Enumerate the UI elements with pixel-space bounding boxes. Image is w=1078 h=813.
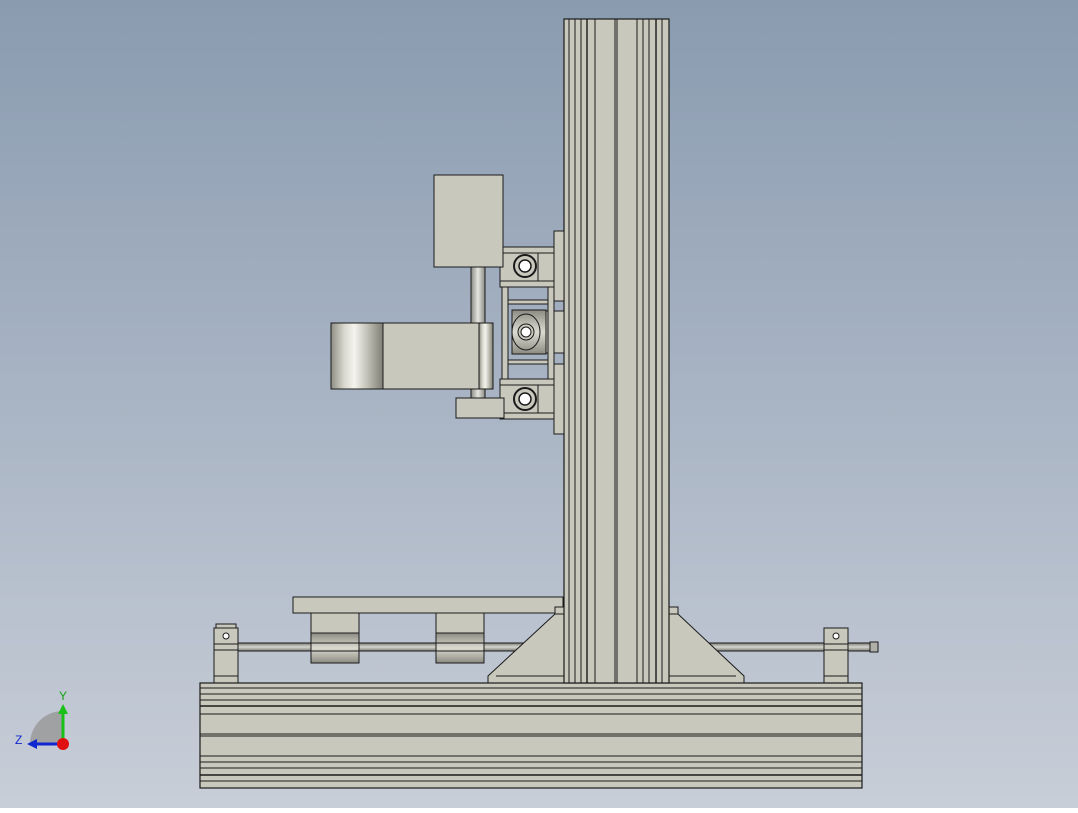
arm-base-plate[interactable] [455, 397, 505, 419]
x-axis-dot [57, 738, 69, 750]
pillow-block-upper[interactable] [499, 246, 555, 288]
model-view[interactable]: Y Z [0, 0, 1078, 808]
vertical-column[interactable] [563, 18, 670, 684]
shaft-support-left[interactable] [213, 623, 239, 684]
pillow-block-lower[interactable] [499, 378, 555, 420]
y-axis-label: Y [59, 689, 67, 703]
shaft-support-right[interactable] [823, 627, 849, 684]
motor-housing[interactable] [433, 174, 504, 268]
guide-wheel[interactable] [511, 309, 547, 355]
base-extrusion[interactable] [199, 682, 863, 789]
linear-bearing-left[interactable] [310, 612, 360, 664]
linear-bearing-right[interactable] [435, 612, 485, 664]
gripper-arm[interactable] [330, 322, 494, 390]
z-axis-label: Z [15, 733, 22, 747]
cad-viewport[interactable]: Y Z [0, 0, 1078, 808]
